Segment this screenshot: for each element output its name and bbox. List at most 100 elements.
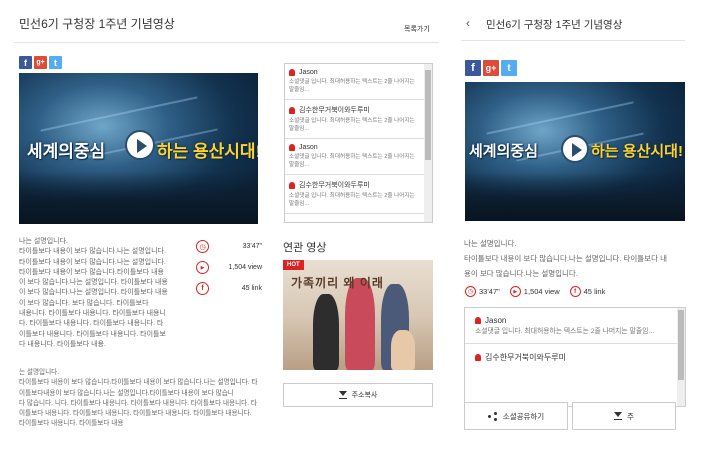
comment-author: 김수한무거북이와두루미 (299, 107, 370, 114)
scrollbar-thumb[interactable] (678, 310, 684, 380)
facebook-icon: f (569, 286, 581, 297)
copy-address-label: 주 (627, 411, 634, 421)
description-line: 다 많습니다. 니다. 타이틀보다 내용니다. 타이틀보다 내용니다. 타이틀보… (19, 399, 257, 407)
duration-value: 33'47" (242, 243, 262, 250)
comment-author: Jason (299, 69, 318, 76)
poster-figure (391, 330, 415, 370)
description-line: 나는 설명입니다. (464, 239, 517, 248)
mobile-video-stats: ◷ 33'47" ▶ 1,504 view f 45 link (465, 286, 615, 297)
twitter-share-icon[interactable]: t (501, 60, 517, 76)
description-line: 이틀보다 내용니다. 타이틀보다 내용니다. 타이틀보 (19, 330, 166, 338)
description-line: 내용니다. 타이틀보다 내용니다. 타이틀보다 내용니 (19, 310, 166, 318)
user-icon (475, 317, 481, 324)
links-stat: f 45 link (569, 286, 606, 297)
video-description: 나는 설명입니다. 타이틀보다 내용이 보다 많습니다.나는 설명입니다. 타이… (19, 237, 187, 350)
comment-author: 김수한무거북이와두루미 (485, 353, 566, 362)
copy-address-button[interactable]: 주소복사 (283, 383, 433, 407)
back-chevron-icon[interactable]: ‹ (466, 16, 470, 30)
mobile-social-comments-list[interactable]: Jason 소셜댓글 입니다. 최대허용하는 텍스트는 2줄 나머지는 말줄임.… (464, 307, 686, 407)
sns-share-group: f g+ t (19, 56, 64, 69)
poster-figure (313, 294, 339, 370)
mobile-video-player[interactable]: 세계의중심 하는 용산시대! (465, 82, 685, 221)
google-plus-share-icon[interactable]: g+ (34, 56, 47, 69)
description-line: 타이틀보다 내용이 보다 많습니다.타이틀보다 내용이 보다 많습니다.나는 설… (19, 379, 258, 387)
links-stat: f 45 link (196, 282, 262, 295)
play-icon: ▶ (196, 261, 209, 274)
description-line: 나는 설명입니다. (19, 238, 68, 245)
play-icon: ▶ (509, 286, 521, 297)
scrollbar-thumb[interactable] (425, 70, 431, 160)
play-button-icon[interactable] (125, 130, 155, 160)
play-button-icon[interactable] (561, 135, 589, 163)
views-value: 1,504 view (228, 264, 262, 271)
comments-scrollbar[interactable] (424, 64, 432, 222)
related-videos-title: 연관 영상 (283, 242, 327, 254)
comment-text: 소셜댓글 입니다. 최대허용하는 텍스트는 2줄 나어지는 말줄임... (289, 79, 415, 93)
duration-stat: ◷ 33'47" (465, 286, 500, 297)
twitter-share-icon[interactable]: t (49, 56, 62, 69)
download-icon (338, 391, 347, 399)
description-line: 는 설명입니다. (19, 369, 60, 376)
video-light-streak (40, 96, 198, 132)
user-icon (289, 106, 295, 114)
google-plus-share-icon[interactable]: g+ (483, 60, 499, 76)
description-line: 타이틀보다 내용이 보다 많습니다.나는 설명입니다. (19, 248, 166, 256)
comment-author: 김수한무거북이와두루미 (299, 182, 370, 189)
clock-icon: ◷ (196, 240, 209, 253)
video-description-extended: 는 설명입니다. 타이틀보다 내용이 보다 많습니다.타이틀보다 내용이 보다 … (19, 368, 281, 430)
social-share-button[interactable]: 소셜공유하기 (464, 402, 568, 430)
video-caption-left: 세계의중심 (469, 143, 539, 160)
description-line: 타이틀보다 내용이 보다 많습니다.나는 설명입니다. (19, 258, 166, 266)
description-line: 용이 보다 많습니다.나는 설명입니다. (464, 269, 578, 278)
description-line: 타이틀보다 내용이 보다 많습니다.나는 설명입니다. 타이틀보다 내 (464, 254, 667, 263)
description-line: 이틀보다 내용니다. 타이틀보다 내용니다. 타이틀보다 내용니다. 타이틀보다… (19, 410, 252, 418)
desktop-page-title: 민선6기 구청장 1주년 기념영상 (19, 17, 175, 31)
copy-address-label: 주소복사 (351, 392, 378, 399)
duration-value: 33'47" (479, 287, 500, 296)
social-share-label: 소셜공유하기 (502, 411, 545, 421)
comment-item: 김수한무거북이와두루미 (465, 344, 685, 369)
description-line: 다. 타이틀보다 내용니다. 타이틀보다 내용니다. 타 (19, 320, 164, 328)
duration-stat: ◷ 33'47" (196, 240, 262, 253)
mobile-copy-address-button[interactable]: 주 (572, 402, 676, 430)
back-to-list-link[interactable]: 목록가기 (404, 24, 430, 34)
comment-text: 소셜댓글 입니다. 최대허용하는 텍스트는 2줄 나어지는 말줄임... (289, 154, 415, 168)
description-line: 이 보다 많습니다.나는 설명입니다. 타이틀보다 내용 (19, 279, 168, 287)
download-icon (614, 412, 623, 420)
mobile-sns-share-group: f g+ t (465, 60, 519, 76)
comment-author: Jason (485, 316, 507, 325)
video-light-streak (486, 101, 634, 135)
user-icon (475, 354, 481, 361)
video-player[interactable]: 세계의중심 하는 용산시대! (19, 73, 258, 224)
links-value: 45 link (583, 287, 606, 296)
comment-text: 소셜댓글 입니다. 최대허용하는 텍스트는 2줄 나머지는 말줄임... (475, 328, 654, 335)
user-icon (289, 69, 295, 76)
views-value: 1,504 view (523, 287, 560, 296)
comments-scrollbar[interactable] (677, 308, 685, 406)
comment-item: 김수한무거북이와두루미 소셜댓글 입니다. 최대허용하는 텍스트는 2줄 나어지… (285, 175, 432, 214)
description-line: 이틀보다내용이 보다 많습니다.나는 설명입니다.타이틀보다 내용이 보다 많습… (19, 389, 234, 397)
clock-icon: ◷ (465, 286, 476, 297)
comment-author: Jason (299, 144, 318, 151)
user-icon (289, 144, 295, 151)
video-caption-right: 하는 용산시대! (157, 142, 258, 161)
video-city-silhouette (19, 171, 258, 224)
views-stat: ▶ 1,504 view (196, 261, 262, 274)
facebook-share-icon[interactable]: f (465, 60, 481, 76)
description-line: 이 보다 많습니다.나는 설명입니다. 타이틀보다 내용 (19, 289, 168, 297)
comment-item: Jason 소셜댓글 입니다. 최대허용하는 텍스트는 2줄 나어지는 말줄임.… (285, 64, 432, 100)
facebook-share-icon[interactable]: f (19, 56, 32, 69)
views-stat: ▶ 1,504 view (509, 286, 560, 297)
links-value: 45 link (241, 285, 262, 292)
description-line: 타이틀보다 내용이 보다 많습니다.타이틀보다 내용 (19, 268, 164, 276)
poster-figure (345, 278, 375, 370)
related-video-thumbnail[interactable]: 가족끼리 왜 이래 HOT (283, 260, 433, 370)
mobile-page-title: 민선6기 구청장 1주년 기념영상 (486, 19, 623, 31)
video-caption-right: 하는 용산시대! (591, 143, 683, 160)
social-comments-list[interactable]: Jason 소셜댓글 입니다. 최대허용하는 텍스트는 2줄 나어지는 말줄임.… (284, 63, 433, 223)
poster-title: 가족끼리 왜 이래 (291, 276, 384, 290)
mobile-title-divider (461, 40, 685, 41)
comment-text: 소셜댓글 입니다. 최대허용하는 텍스트는 2줄 나어지는 말줄임... (289, 193, 415, 207)
share-icon (487, 411, 497, 421)
comment-item: Jason 소셜댓글 입니다. 최대허용하는 텍스트는 2줄 나머지는 말줄임.… (465, 308, 685, 344)
